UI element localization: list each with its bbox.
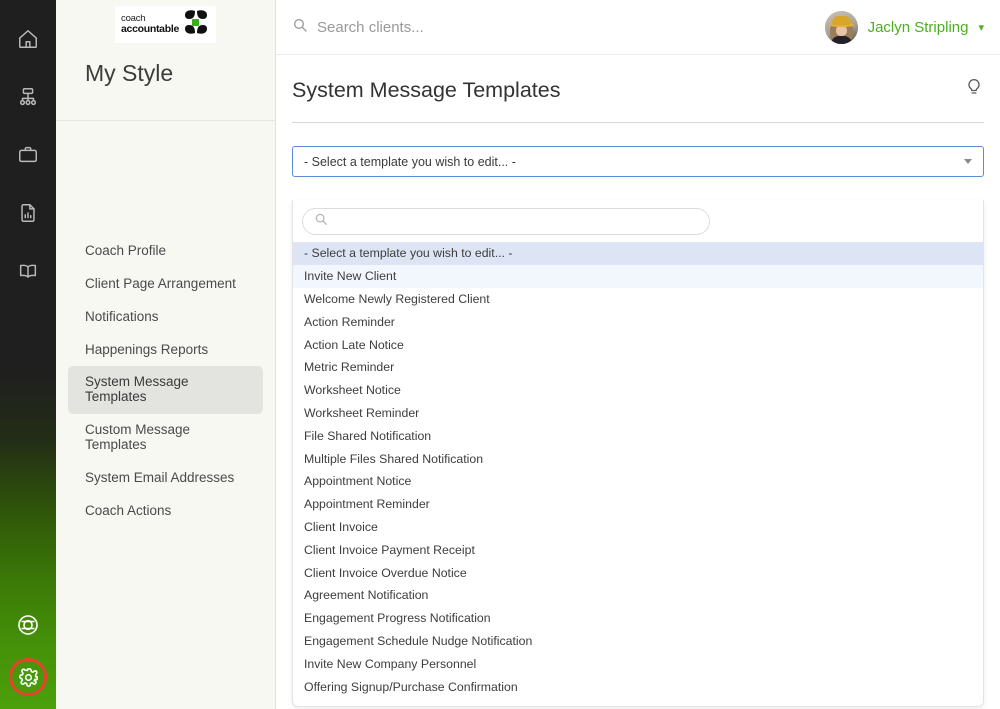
sidebar-nav: Coach Profile Client Page Arrangement No… bbox=[56, 87, 275, 527]
rail-bottom-group bbox=[0, 599, 56, 703]
dropdown-option[interactable]: Worksheet Reminder bbox=[293, 402, 983, 425]
dropdown-option[interactable]: - Select a template you wish to edit... … bbox=[293, 242, 983, 265]
sidebar-item-happenings-reports[interactable]: Happenings Reports bbox=[68, 334, 263, 367]
search-icon bbox=[314, 212, 328, 231]
book-icon bbox=[17, 260, 39, 282]
search-icon bbox=[292, 17, 308, 38]
client-search[interactable]: Search clients... bbox=[292, 17, 825, 38]
avatar-body bbox=[830, 35, 852, 44]
main-content: Search clients... Jaclyn Stripling ▾ Sys… bbox=[276, 0, 1000, 709]
chevron-down-icon[interactable]: ▾ bbox=[978, 21, 984, 34]
dropdown-option[interactable]: Engagement Progress Notification bbox=[293, 607, 983, 630]
dropdown-search-row bbox=[293, 200, 983, 242]
dropdown-option[interactable]: Worksheet Notice bbox=[293, 379, 983, 402]
sidebar-item-notifications[interactable]: Notifications bbox=[68, 301, 263, 334]
dropdown-search-input[interactable] bbox=[302, 208, 710, 235]
sidebar-item-coach-actions[interactable]: Coach Actions bbox=[68, 495, 263, 528]
dropdown-option[interactable]: Client Invoice bbox=[293, 516, 983, 539]
page-header: System Message Templates bbox=[292, 55, 984, 123]
dropdown-option[interactable]: Client Invoice Overdue Notice bbox=[293, 561, 983, 584]
sidebar-item-coach-profile[interactable]: Coach Profile bbox=[68, 235, 263, 268]
dropdown-option[interactable]: File Shared Notification bbox=[293, 424, 983, 447]
gear-icon-highlight bbox=[9, 658, 47, 696]
dropdown-option[interactable]: Engagement Schedule Nudge Notification bbox=[293, 630, 983, 653]
sidebar-item-custom-message-templates[interactable]: Custom Message Templates bbox=[68, 414, 263, 462]
page-title: System Message Templates bbox=[292, 78, 561, 102]
sidebar-item-system-message-templates[interactable]: System Message Templates bbox=[68, 366, 263, 415]
briefcase-icon bbox=[17, 144, 39, 166]
dropdown-option[interactable]: Client Invoice Payment Receipt bbox=[293, 538, 983, 561]
logo-area: coach accountable bbox=[56, 0, 275, 48]
dropdown-option[interactable]: Appointment Notice bbox=[293, 470, 983, 493]
dropdown-option[interactable]: Metric Reminder bbox=[293, 356, 983, 379]
avatar[interactable] bbox=[824, 10, 858, 44]
template-select-zone: - Select a template you wish to edit... … bbox=[276, 123, 1000, 707]
lightbulb-icon[interactable] bbox=[964, 77, 984, 104]
dropdown-option[interactable]: Action Late Notice bbox=[293, 333, 983, 356]
icon-rail bbox=[0, 0, 56, 709]
dropdown-option[interactable]: Action Reminder bbox=[293, 310, 983, 333]
dropdown-option-list: - Select a template you wish to edit... … bbox=[293, 242, 983, 706]
dropdown-option[interactable]: Invite New Client bbox=[293, 264, 983, 288]
rail-item-settings[interactable] bbox=[0, 651, 56, 703]
sidebar-divider bbox=[56, 120, 275, 121]
org-chart-icon bbox=[17, 86, 39, 108]
rail-top-group bbox=[0, 0, 56, 300]
topbar: Search clients... Jaclyn Stripling ▾ bbox=[276, 0, 1000, 55]
template-select-value: - Select a template you wish to edit... … bbox=[304, 154, 516, 169]
report-document-icon bbox=[17, 202, 39, 224]
dropdown-option[interactable]: Welcome Newly Registered Client bbox=[293, 288, 983, 311]
rail-item-support[interactable] bbox=[0, 599, 56, 651]
rail-item-briefcase[interactable] bbox=[0, 126, 56, 184]
dropdown-option[interactable]: Appointment Reminder bbox=[293, 493, 983, 516]
sidebar-title: My Style bbox=[85, 60, 174, 86]
template-select[interactable]: - Select a template you wish to edit... … bbox=[292, 146, 984, 177]
sidebar: coach accountable My Style Coach Profile bbox=[56, 0, 276, 709]
app-root: coach accountable My Style Coach Profile bbox=[0, 0, 1000, 709]
rail-item-reports[interactable] bbox=[0, 184, 56, 242]
logo-line-2: accountable bbox=[121, 22, 179, 35]
avatar-hat-crown bbox=[831, 15, 851, 25]
chevron-down-icon[interactable] bbox=[964, 159, 972, 164]
logo-wordmark: coach accountable bbox=[121, 14, 179, 34]
sidebar-item-system-email-addresses[interactable]: System Email Addresses bbox=[68, 462, 263, 495]
rail-item-library[interactable] bbox=[0, 242, 56, 300]
rail-item-home[interactable] bbox=[0, 10, 56, 68]
dropdown-option[interactable]: Invite New Company Personnel bbox=[293, 652, 983, 675]
lifebuoy-icon bbox=[16, 613, 40, 637]
sidebar-item-client-page-arrangement[interactable]: Client Page Arrangement bbox=[68, 268, 263, 301]
gear-icon bbox=[18, 667, 39, 688]
template-dropdown: - Select a template you wish to edit... … bbox=[292, 200, 984, 707]
rail-item-org[interactable] bbox=[0, 68, 56, 126]
brand-logo[interactable]: coach accountable bbox=[115, 5, 216, 43]
dropdown-option[interactable]: Offering Signup/Purchase Confirmation bbox=[293, 675, 983, 698]
home-icon bbox=[17, 28, 39, 50]
user-name[interactable]: Jaclyn Stripling bbox=[868, 19, 969, 36]
dropdown-option[interactable]: Agreement Notification bbox=[293, 584, 983, 607]
search-input[interactable]: Search clients... bbox=[317, 19, 424, 36]
user-menu[interactable]: Jaclyn Stripling ▾ bbox=[824, 10, 984, 44]
dropdown-option[interactable]: Multiple Files Shared Notification bbox=[293, 447, 983, 470]
leaf-mark-icon bbox=[182, 9, 210, 40]
